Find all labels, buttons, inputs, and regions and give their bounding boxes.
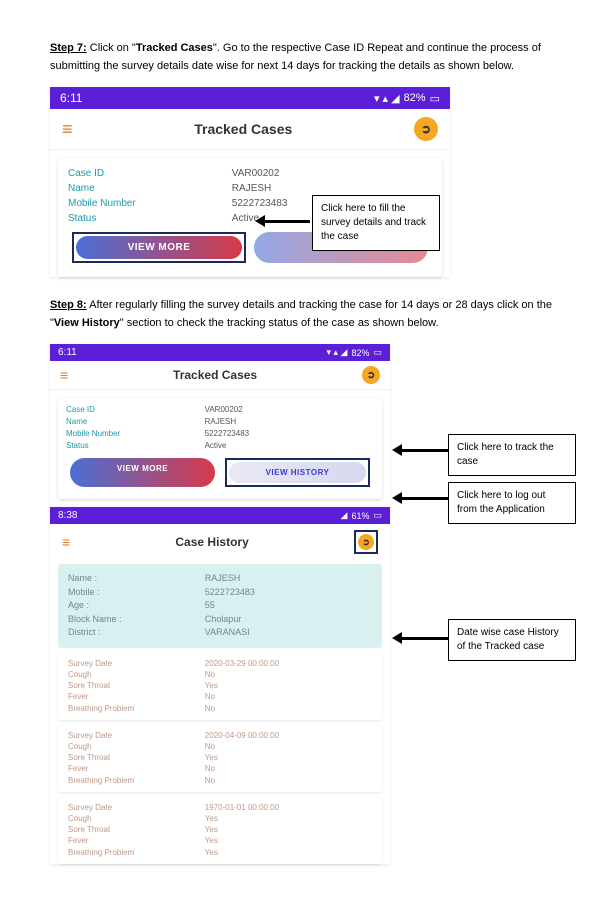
arrow-history: [392, 632, 452, 644]
step8-text: Step 8: After regularly filling the surv…: [50, 297, 562, 332]
time-text: 8:38: [58, 510, 77, 521]
page-title: Tracked Cases: [194, 121, 292, 137]
logout-icon[interactable]: ➲: [414, 117, 438, 141]
arrow-logout: [392, 492, 452, 504]
callout-viewhistory: Click here to track the case: [448, 434, 576, 476]
case-card-2: Case IDVAR00202 NameRAJESH Mobile Number…: [58, 398, 382, 499]
survey-card: Survey Date2020-03-29 00:00:00CoughNoSor…: [58, 652, 382, 720]
name-label: Name: [68, 181, 232, 196]
status-icons: ◢ 61% ▭: [341, 510, 382, 521]
status-icons: ▾ ▴ ◢ 82% ▭: [327, 347, 383, 358]
phone-screenshot-2: 6:11 ▾ ▴ ◢ 82% ▭ ≡ Tracked Cases ➲ Case …: [50, 344, 390, 863]
view-more-button[interactable]: VIEW MORE: [76, 236, 242, 259]
logout-icon[interactable]: ➲: [358, 534, 374, 550]
view-more-button[interactable]: VIEW MORE: [70, 458, 215, 487]
step7-text: Step 7: Click on "Tracked Cases". Go to …: [50, 40, 562, 75]
callout-viewmore: Click here to fill the survey details an…: [312, 195, 440, 251]
step7-label: Step 7:: [50, 42, 87, 54]
step8-label: Step 8:: [50, 299, 87, 311]
view-history-highlight: VIEW HISTORY: [225, 458, 370, 487]
callout-history: Date wise case History of the Tracked ca…: [448, 619, 576, 661]
time-text: 6:11: [60, 91, 82, 105]
arrow-1: [255, 215, 310, 227]
survey-card: Survey Date1970-01-01 00:00:00CoughYesSo…: [58, 796, 382, 864]
patient-card: Name :RAJESH Mobile :5222723483 Age :55 …: [58, 564, 382, 648]
view-more-highlight: VIEW MORE: [72, 232, 246, 263]
time-text: 6:11: [58, 347, 77, 358]
app-bar: ≡ Tracked Cases ➲: [50, 109, 450, 150]
status-bar-2: 6:11 ▾ ▴ ◢ 82% ▭: [50, 344, 390, 361]
hamburger-icon[interactable]: ≡: [62, 534, 70, 550]
survey-card: Survey Date2020-04-09 00:00:00CoughNoSor…: [58, 724, 382, 792]
mobile-label: Mobile Number: [68, 196, 232, 211]
hamburger-icon[interactable]: ≡: [62, 119, 73, 140]
logout-highlight: ➲: [354, 530, 378, 554]
status-label: Status: [68, 211, 232, 226]
status-bar-3: 8:38 ◢ 61% ▭: [50, 507, 390, 524]
history-title: Case History: [175, 535, 248, 549]
callout-logout: Click here to log out from the Applicati…: [448, 482, 576, 524]
phone-screenshot-1: 6:11 ▾ ▴ ◢ 82% ▭ ≡ Tracked Cases ➲ Case …: [50, 87, 450, 277]
status-bar: 6:11 ▾ ▴ ◢ 82% ▭: [50, 87, 450, 109]
page-title: Tracked Cases: [173, 368, 257, 382]
status-icons: ▾ ▴ ◢ 82% ▭: [374, 92, 440, 105]
history-header: ≡ Case History ➲: [50, 524, 390, 560]
logout-icon[interactable]: ➲: [362, 366, 380, 384]
arrow-vh: [392, 444, 452, 456]
case-id-label: Case ID: [68, 166, 232, 181]
app-bar-2: ≡ Tracked Cases ➲: [50, 361, 390, 390]
hamburger-icon[interactable]: ≡: [60, 367, 68, 383]
view-history-button[interactable]: VIEW HISTORY: [229, 462, 366, 483]
